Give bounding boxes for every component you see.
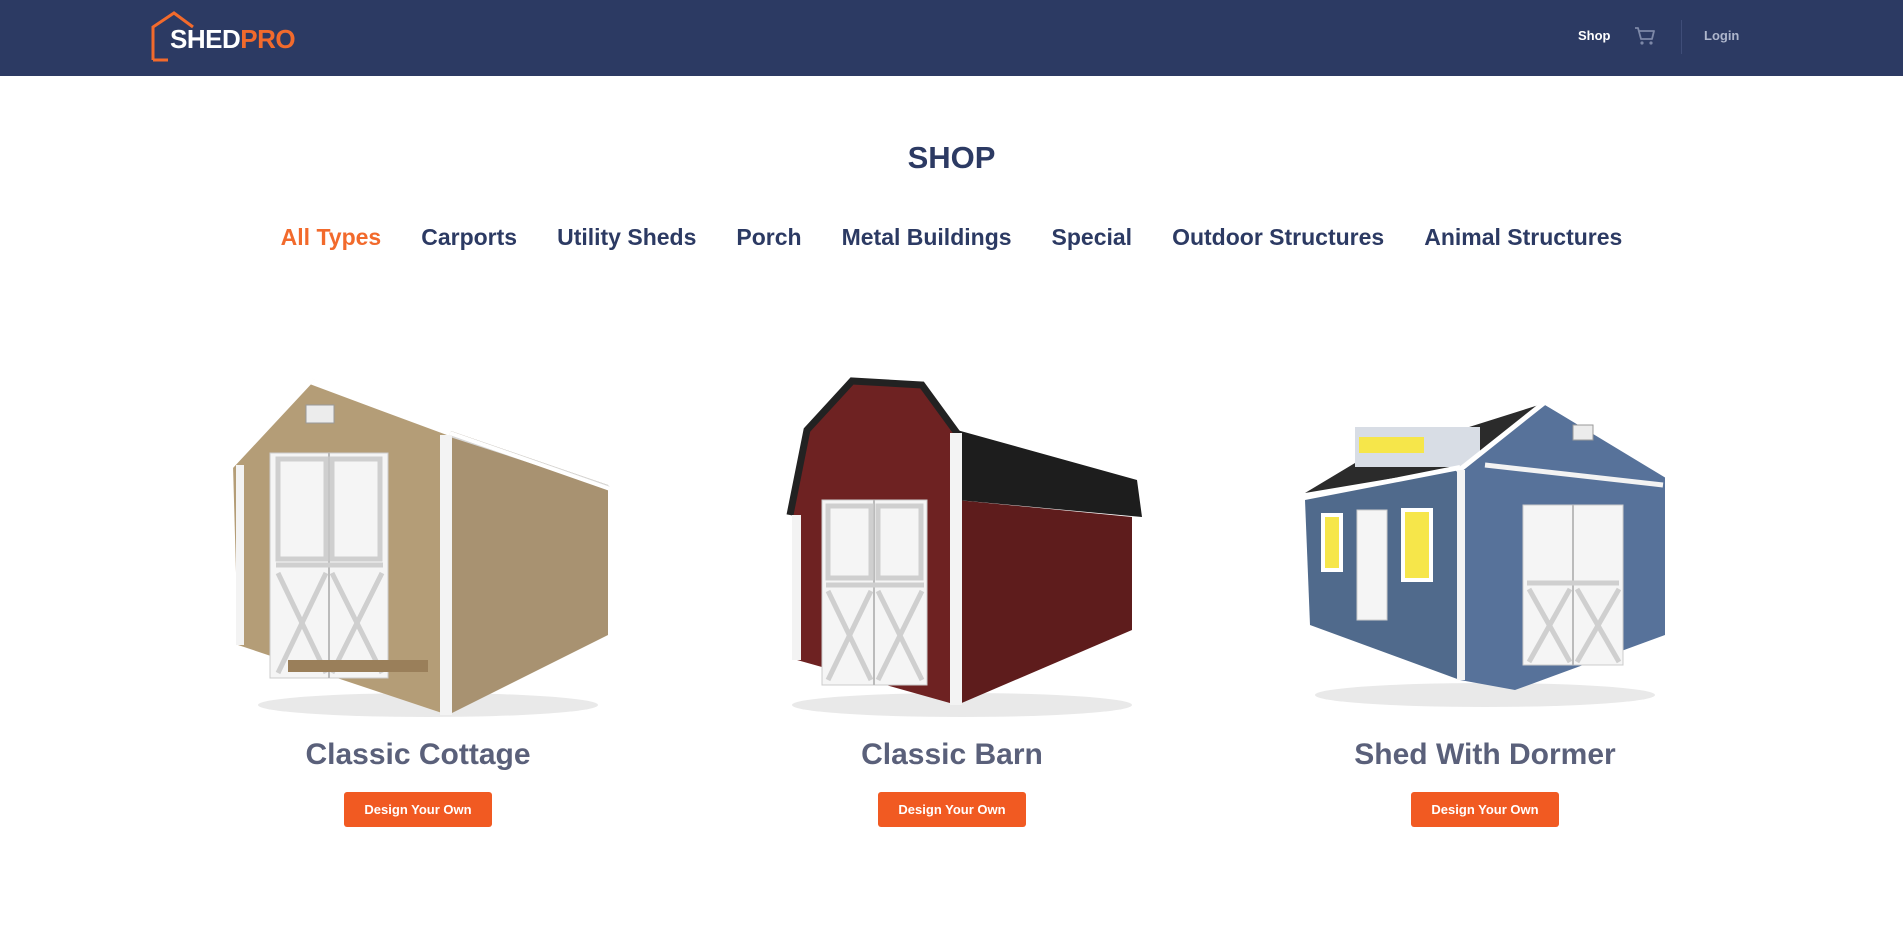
shedpro-logo[interactable]: SHEDPRO [150, 10, 330, 62]
tab-outdoor-structures[interactable]: Outdoor Structures [1172, 224, 1384, 251]
nav-shop-link[interactable]: Shop [1578, 28, 1611, 43]
tab-utility-sheds[interactable]: Utility Sheds [557, 224, 696, 251]
product-card: Classic Barn Design Your Own [752, 375, 1152, 827]
category-tabs: All Types Carports Utility Sheds Porch M… [0, 224, 1903, 251]
product-title: Classic Barn [861, 738, 1043, 771]
logo-word-pro: PRO [240, 24, 296, 54]
classic-cottage-image[interactable] [218, 375, 618, 720]
product-card: Classic Cottage Design Your Own [218, 375, 618, 827]
design-your-own-button[interactable]: Design Your Own [1411, 792, 1559, 827]
cart-icon[interactable] [1634, 26, 1656, 51]
tab-all-types[interactable]: All Types [281, 224, 382, 251]
top-navbar: SHEDPRO Shop Login [0, 0, 1903, 76]
tab-porch[interactable]: Porch [736, 224, 801, 251]
tab-metal-buildings[interactable]: Metal Buildings [842, 224, 1012, 251]
shed-with-dormer-image[interactable] [1285, 375, 1685, 720]
page-title: SHOP [907, 140, 996, 175]
classic-barn-image[interactable] [752, 375, 1152, 720]
nav-login-link[interactable]: Login [1704, 28, 1739, 43]
tab-animal-structures[interactable]: Animal Structures [1424, 224, 1622, 251]
nav-divider [1681, 20, 1682, 54]
product-title: Shed With Dormer [1354, 738, 1616, 771]
product-card: Shed With Dormer Design Your Own [1285, 375, 1685, 827]
tab-special[interactable]: Special [1052, 224, 1133, 251]
tab-carports[interactable]: Carports [421, 224, 517, 251]
design-your-own-button[interactable]: Design Your Own [344, 792, 492, 827]
product-title: Classic Cottage [305, 738, 531, 771]
design-your-own-button[interactable]: Design Your Own [878, 792, 1026, 827]
logo-word-shed: SHED [170, 24, 241, 54]
